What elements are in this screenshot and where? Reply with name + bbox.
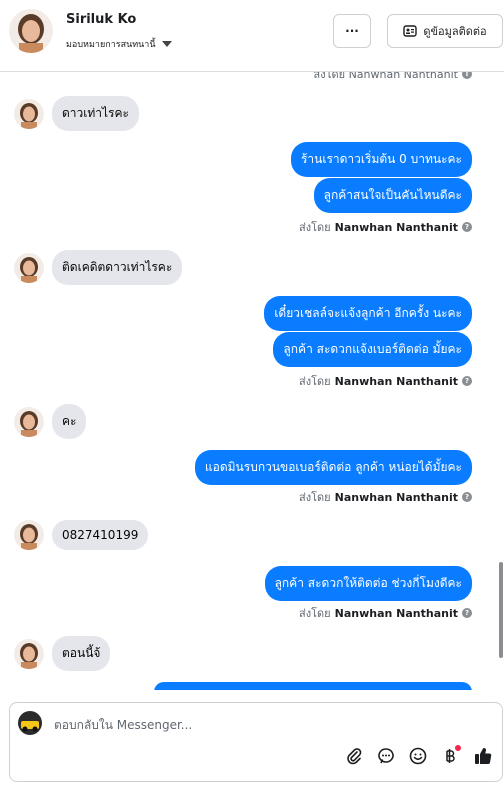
payment-button[interactable] bbox=[439, 745, 461, 767]
message-thread: ส่งโดย Nanwhan Nanthanit i ดาวเท่าไรคะ ร… bbox=[0, 72, 504, 690]
smiley-icon bbox=[409, 747, 427, 765]
conversation-header: Siriluk Ko มอบหมายการสนทนานี้ ··· ดูข้อม… bbox=[0, 0, 504, 72]
incoming-message: คะ bbox=[14, 404, 87, 439]
sender-line: ส่งโดย Nanwhan Nanthanit ? bbox=[299, 372, 472, 390]
message-bubble[interactable]: 0827410199 bbox=[52, 520, 149, 550]
customer-avatar bbox=[14, 638, 44, 669]
sender-name: Nanwhan Nanthanit bbox=[334, 606, 458, 620]
sender-name: Nanwhan Nanthanit bbox=[334, 490, 458, 504]
reply-composer bbox=[9, 702, 503, 782]
sender-line: ส่งโดย Nanwhan Nanthanit ? bbox=[299, 218, 472, 236]
emoji-button[interactable] bbox=[407, 745, 429, 767]
customer-avatar[interactable] bbox=[9, 9, 53, 53]
sender-line: ส่งโดย Nanwhan Nanthanit ? bbox=[299, 604, 472, 622]
thread-scrollbar[interactable] bbox=[499, 72, 504, 690]
info-icon[interactable]: ? bbox=[462, 492, 472, 502]
message-bubble[interactable]: ลูกค้า สะดวกแจ้งเบอร์ติดต่อ มั้ยคะ bbox=[273, 332, 472, 367]
more-options-button[interactable]: ··· bbox=[333, 14, 371, 48]
message-bubble[interactable]: แอดมินรบกวนขอเบอร์ติดต่อ ลูกค้า หน่อยได้… bbox=[194, 450, 472, 485]
assign-label: มอบหมายการสนทนานี้ bbox=[66, 40, 156, 50]
sender-prefix: ส่งโดย bbox=[299, 491, 331, 504]
incoming-message: ตอนนี้จ้ bbox=[14, 636, 111, 671]
info-icon[interactable]: ? bbox=[462, 376, 472, 386]
assign-dropdown[interactable]: มอบหมายการสนทนานี้ bbox=[66, 37, 172, 51]
message-bubble[interactable]: คะ bbox=[52, 404, 87, 439]
info-icon[interactable]: ? bbox=[462, 608, 472, 618]
message-bubble[interactable]: ลูกค้าสนใจเป็นคันไหนดีคะ bbox=[313, 178, 472, 213]
incoming-message: ดาวเท่าไรคะ bbox=[14, 96, 139, 131]
page-avatar bbox=[18, 711, 42, 735]
like-button[interactable] bbox=[472, 745, 494, 767]
incoming-message: ติดเคดิตดาวเท่าไรคะ bbox=[14, 250, 183, 285]
customer-avatar bbox=[14, 520, 44, 550]
message-bubble[interactable]: ติดเคดิตดาวเท่าไรคะ bbox=[52, 250, 183, 285]
sender-line: ส่งโดย Nanwhan Nanthanit i bbox=[313, 72, 472, 83]
message-bubble[interactable]: ตอนนี้จ้ bbox=[52, 636, 111, 671]
view-contact-button[interactable]: ดูข้อมูลติดต่อ bbox=[387, 14, 503, 48]
reply-input[interactable] bbox=[54, 715, 454, 735]
sender-prefix: ส่งโดย bbox=[299, 607, 331, 620]
customer-avatar bbox=[14, 98, 44, 129]
notification-dot bbox=[455, 745, 461, 751]
message-bubble[interactable]: ลูกค้า สะดวกให้ติดต่อ ช่วงกี่โมงดีคะ bbox=[264, 566, 472, 601]
message-bubble[interactable]: เดี๋ยวเชลล์จะแจ้งลูกค้า อีกครั้ง นะคะ bbox=[264, 296, 472, 331]
paperclip-icon bbox=[347, 748, 362, 765]
incoming-message: 0827410199 bbox=[14, 520, 149, 550]
message-bubble[interactable]: ดาวเท่าไรคะ bbox=[52, 96, 139, 131]
message-bubble-partial[interactable] bbox=[154, 682, 472, 690]
sender-text: ส่งโดย Nanwhan Nanthanit bbox=[313, 72, 458, 81]
view-contact-label: ดูข้อมูลติดต่อ bbox=[423, 25, 487, 38]
customer-name: Siriluk Ko bbox=[66, 12, 137, 27]
attach-button[interactable] bbox=[343, 745, 365, 767]
customer-avatar bbox=[14, 406, 44, 437]
customer-avatar bbox=[14, 252, 44, 283]
scrollbar-thumb[interactable] bbox=[499, 562, 503, 658]
sender-prefix: ส่งโดย bbox=[299, 375, 331, 388]
sender-name: Nanwhan Nanthanit bbox=[334, 220, 458, 234]
message-bubble[interactable]: ร้านเราดาวเริ่มต้น 0 บาทนะคะ bbox=[290, 142, 472, 177]
info-icon[interactable]: ? bbox=[462, 222, 472, 232]
sender-prefix: ส่งโดย bbox=[299, 221, 331, 234]
thumbs-up-icon bbox=[475, 748, 492, 765]
saved-replies-button[interactable] bbox=[375, 745, 397, 767]
info-icon[interactable]: i bbox=[462, 72, 472, 79]
chat-bubble-icon bbox=[378, 748, 394, 764]
contact-card-icon bbox=[403, 25, 418, 37]
sender-line: ส่งโดย Nanwhan Nanthanit ? bbox=[299, 488, 472, 506]
sender-name: Nanwhan Nanthanit bbox=[334, 374, 458, 388]
caret-down-icon bbox=[161, 41, 172, 47]
